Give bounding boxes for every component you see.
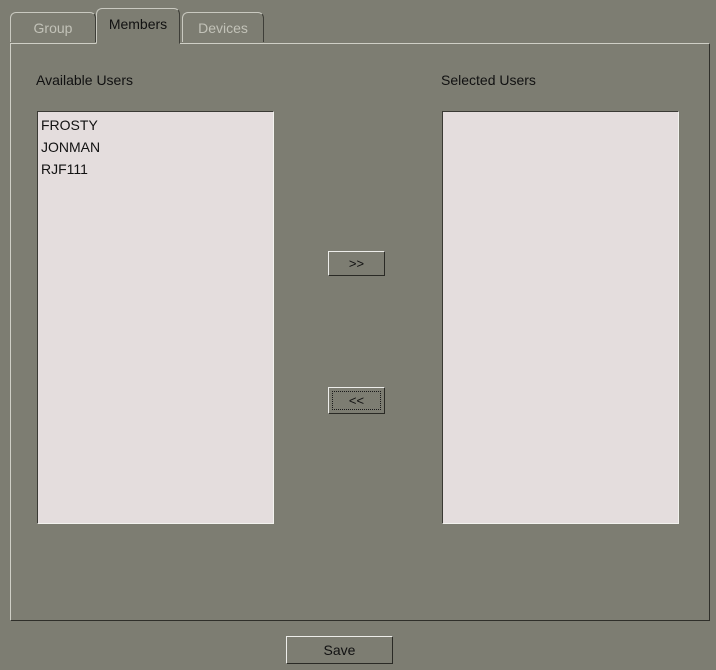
save-button[interactable]: Save bbox=[286, 636, 393, 664]
members-panel bbox=[10, 43, 710, 621]
save-button-label: Save bbox=[323, 642, 356, 658]
tab-devices-label: Devices bbox=[198, 20, 248, 36]
tab-members[interactable]: Members bbox=[96, 8, 180, 44]
tab-devices[interactable]: Devices bbox=[182, 12, 264, 42]
tab-group-label: Group bbox=[33, 20, 73, 36]
tab-group[interactable]: Group bbox=[10, 12, 96, 42]
tab-members-label: Members bbox=[108, 16, 168, 32]
